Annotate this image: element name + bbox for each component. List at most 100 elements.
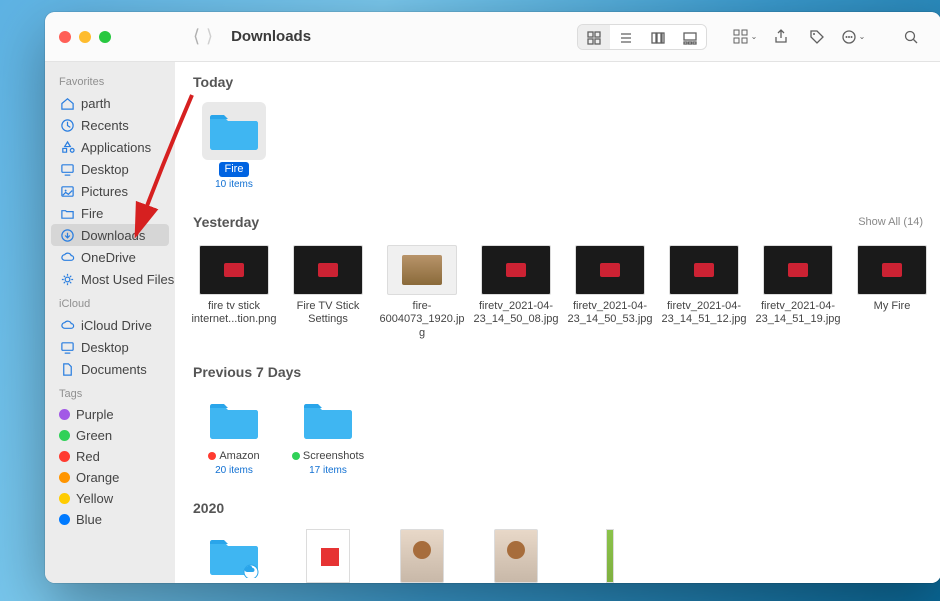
download-icon xyxy=(59,227,75,243)
apps-icon xyxy=(59,139,75,155)
item-name: Fire TV Stick Settings xyxy=(284,300,372,326)
file-item[interactable] xyxy=(563,528,657,583)
sidebar-item-yellow[interactable]: Yellow xyxy=(45,488,175,509)
show-all-link[interactable]: Show All (14) xyxy=(858,216,923,228)
file-item[interactable]: Fire TV Stick Settings xyxy=(281,242,375,340)
item-name: My Fire xyxy=(874,300,911,313)
file-item[interactable]: firetv_2021-04-23_14_50_08.jpg xyxy=(469,242,563,340)
item-subtitle: 10 items xyxy=(215,179,253,190)
sidebar-item-desktop[interactable]: Desktop xyxy=(45,158,175,180)
image-thumbnail xyxy=(763,242,833,298)
item-name: fire tv stick internet...tion.png xyxy=(190,300,278,326)
sidebar-item-documents[interactable]: Documents xyxy=(45,358,175,380)
action-menu-button[interactable]: ⌄ xyxy=(837,24,869,50)
sidebar-item-recents[interactable]: Recents xyxy=(45,114,175,136)
file-item[interactable] xyxy=(281,528,375,583)
sidebar-item-label: Green xyxy=(76,428,112,443)
fullscreen-icon[interactable] xyxy=(99,31,111,43)
finder-window: ⟨ ⟩ Downloads ⌄ ⌄ Favorites parth Recents… xyxy=(45,12,940,583)
file-item[interactable]: My Fire xyxy=(845,242,939,340)
sidebar-item-applications[interactable]: Applications xyxy=(45,136,175,158)
desktop-icon xyxy=(59,161,75,177)
sidebar-item-label: Yellow xyxy=(76,491,113,506)
item-name: firetv_2021-04-23_14_51_19.jpg xyxy=(754,300,842,326)
section-title: Yesterday xyxy=(193,214,259,230)
image-thumbnail xyxy=(293,242,363,298)
sidebar-item-blue[interactable]: Blue xyxy=(45,509,175,530)
item-name: firetv_2021-04-23_14_50_08.jpg xyxy=(472,300,560,326)
cloud-icon xyxy=(59,249,75,265)
sidebar-item-orange[interactable]: Orange xyxy=(45,467,175,488)
file-item[interactable]: firetv_2021-04-23_14_51_19.jpg xyxy=(751,242,845,340)
sidebar-item-label: Blue xyxy=(76,512,102,527)
file-item[interactable]: Amazon20 items xyxy=(187,392,281,476)
traffic-lights xyxy=(45,31,175,43)
sidebar-item-pictures[interactable]: Pictures xyxy=(45,180,175,202)
tags-button[interactable] xyxy=(801,24,833,50)
sidebar-item-label: Fire xyxy=(81,206,103,221)
doc-icon xyxy=(59,361,75,377)
section-header-yesterday: Yesterday Show All (14) xyxy=(175,202,940,238)
file-item[interactable]: Screenshots 17 items xyxy=(281,392,375,476)
sidebar-item-most-used-files[interactable]: Most Used Files xyxy=(45,268,175,290)
sidebar-item-fire[interactable]: Fire xyxy=(45,202,175,224)
image-thumbnail xyxy=(293,528,363,583)
image-thumbnail xyxy=(481,242,551,298)
item-name: fire-6004073_1920.jpg xyxy=(378,300,466,340)
minimize-icon[interactable] xyxy=(79,31,91,43)
sidebar-item-desktop[interactable]: Desktop xyxy=(45,336,175,358)
file-item[interactable]: fire-6004073_1920.jpg xyxy=(375,242,469,340)
image-thumbnail xyxy=(387,528,457,583)
sidebar-item-downloads[interactable]: Downloads xyxy=(51,224,169,246)
folder-icon xyxy=(59,205,75,221)
file-item[interactable]: fire tv stick internet...tion.png xyxy=(187,242,281,340)
image-thumbnail xyxy=(575,528,645,583)
file-item[interactable]: firetv_2021-04-23_14_50_53.jpg xyxy=(563,242,657,340)
gear-icon xyxy=(59,271,75,287)
image-thumbnail xyxy=(387,242,457,298)
window-title: Downloads xyxy=(231,28,311,45)
search-button[interactable] xyxy=(895,24,927,50)
list-view-button[interactable] xyxy=(610,25,642,50)
sidebar-item-label: Most Used Files xyxy=(81,272,174,287)
sidebar-item-label: parth xyxy=(81,96,111,111)
tag-dot-icon xyxy=(59,409,70,420)
sidebar-item-green[interactable]: Green xyxy=(45,425,175,446)
back-button[interactable]: ⟨ xyxy=(193,26,200,47)
sidebar-item-label: Downloads xyxy=(81,228,145,243)
sidebar-item-label: Recents xyxy=(81,118,129,133)
image-thumbnail xyxy=(669,242,739,298)
column-view-button[interactable] xyxy=(642,25,674,50)
home-icon xyxy=(59,95,75,111)
sidebar-item-red[interactable]: Red xyxy=(45,446,175,467)
sidebar-item-label: Red xyxy=(76,449,100,464)
gallery-view-button[interactable] xyxy=(674,25,706,50)
sidebar-item-onedrive[interactable]: OneDrive xyxy=(45,246,175,268)
close-icon[interactable] xyxy=(59,31,71,43)
sidebar-item-icloud-drive[interactable]: iCloud Drive xyxy=(45,314,175,336)
forward-button[interactable]: ⟩ xyxy=(206,26,213,47)
item-subtitle: 17 items xyxy=(309,465,347,476)
sidebar-item-parth[interactable]: parth xyxy=(45,92,175,114)
file-item[interactable] xyxy=(469,528,563,583)
tag-dot-icon xyxy=(59,472,70,483)
file-item[interactable]: Fire 10 items xyxy=(187,102,281,190)
sidebar-item-label: Desktop xyxy=(81,340,129,355)
section-header-2020: 2020 xyxy=(175,488,940,524)
sidebar-section-favorites: Favorites xyxy=(45,68,175,92)
share-button[interactable] xyxy=(765,24,797,50)
item-name: Screenshots xyxy=(292,450,364,463)
tag-dot-icon xyxy=(59,430,70,441)
file-item[interactable] xyxy=(187,528,281,583)
image-thumbnail xyxy=(199,242,269,298)
section-title: 2020 xyxy=(193,500,224,516)
file-item[interactable] xyxy=(375,528,469,583)
icon-view-button[interactable] xyxy=(578,25,610,50)
sidebar-item-label: Documents xyxy=(81,362,147,377)
sidebar-item-label: Desktop xyxy=(81,162,129,177)
file-item[interactable]: firetv_2021-04-23_14_51_12.jpg xyxy=(657,242,751,340)
group-by-button[interactable]: ⌄ xyxy=(729,24,761,50)
item-name: Fire xyxy=(219,162,250,177)
tag-dot-icon xyxy=(59,451,70,462)
sidebar-item-purple[interactable]: Purple xyxy=(45,404,175,425)
